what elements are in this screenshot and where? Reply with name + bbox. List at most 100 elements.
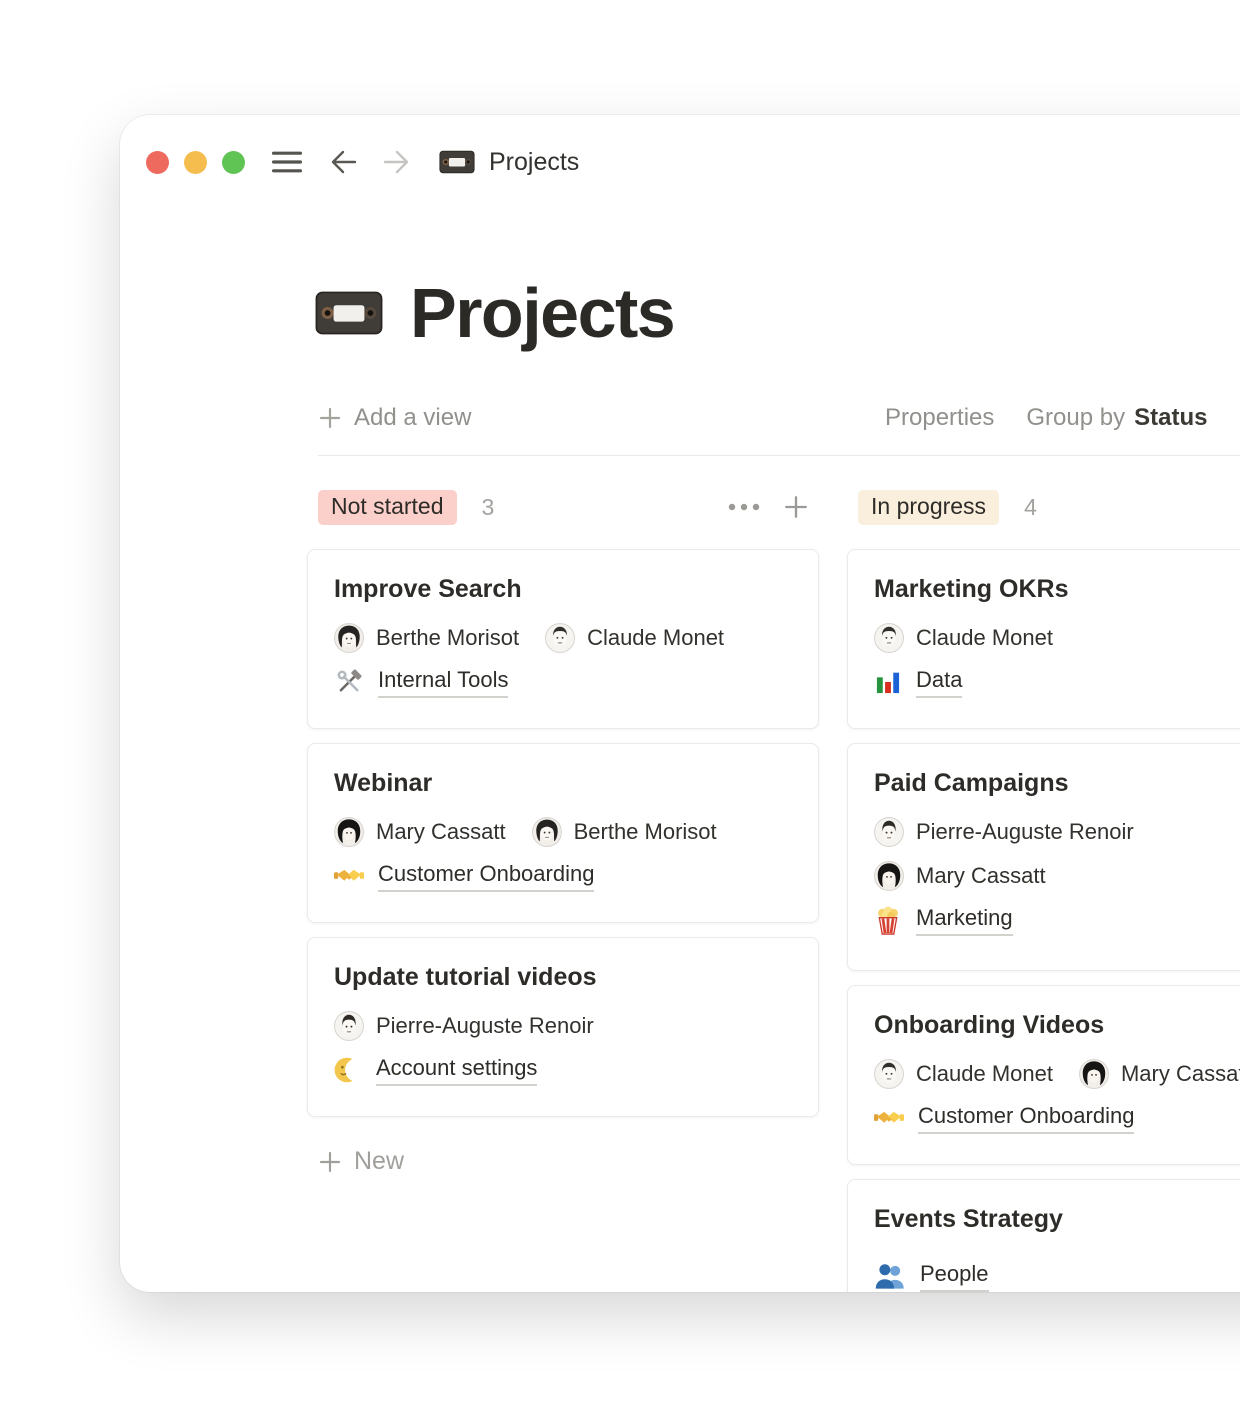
tag-data[interactable]: Data [916,667,962,698]
avatar-mary-cassatt [334,817,364,847]
person-name: Berthe Morisot [376,625,519,651]
new-card-button[interactable]: New [307,1147,819,1176]
card-people-row: Claude Monet [874,622,1240,654]
tag-marketing[interactable]: Marketing [916,905,1013,936]
card-title: Marketing OKRs [874,574,1240,604]
maximize-window-button[interactable] [222,151,245,174]
group-by-value: Status [1134,404,1207,432]
card-tag-row: Marketing [874,904,1240,936]
crescent-moon-icon [334,1056,362,1084]
forward-arrow-icon [383,150,409,174]
breadcrumb: Projects [439,148,579,177]
card-onboarding-videos[interactable]: Onboarding Videos Claude Monet Mary Cass… [847,985,1240,1165]
person-name: Pierre-Auguste Renoir [916,819,1134,845]
avatar-mary-cassatt [874,861,904,891]
status-pill-not-started[interactable]: Not started [318,490,457,525]
tag-customer-onboarding[interactable]: Customer Onboarding [378,861,594,892]
person: Pierre-Auguste Renoir [334,1011,594,1041]
card-update-tutorial-videos[interactable]: Update tutorial videos Pierre-Auguste Re… [307,937,819,1117]
avatar-claude-monet [874,1059,904,1089]
person: Mary Cassatt [334,817,506,847]
titlebar: Projects [146,145,579,179]
ellipsis-icon [727,502,761,512]
status-pill-in-progress[interactable]: In progress [858,490,999,525]
avatar-berthe-morisot [532,817,562,847]
card-tag-row: Data [874,666,1240,698]
card-webinar[interactable]: Webinar Mary Cassatt Berthe Morisot Cust… [307,743,819,923]
new-card-label: New [354,1147,404,1176]
handshake-icon [334,865,364,887]
card-improve-search[interactable]: Improve Search Berthe Morisot Claude Mon… [307,549,819,729]
card-tag-row: Customer Onboarding [334,860,792,892]
avatar-mary-cassatt [1079,1059,1109,1089]
card-title: Webinar [334,768,792,798]
person: Mary Cassatt [874,861,1046,891]
tag-internal-tools[interactable]: Internal Tools [378,667,508,698]
person: Berthe Morisot [532,817,717,847]
bar-chart-icon [874,668,902,696]
close-window-button[interactable] [146,151,169,174]
minimize-window-button[interactable] [184,151,207,174]
add-view-button[interactable]: Add a view [318,404,471,432]
person-name: Mary Cassatt [1121,1061,1240,1087]
sidebar-menu-button[interactable] [271,149,303,175]
view-bar: Add a view Properties Group by Status [318,403,1240,433]
card-people-row: Berthe Morisot Claude Monet [334,622,792,654]
view-bar-divider [318,455,1240,456]
card-people-row: Pierre-Auguste Renoir [334,1010,792,1042]
forward-button[interactable] [383,150,409,174]
back-arrow-icon [331,150,357,174]
card-events-strategy[interactable]: Events Strategy People [847,1179,1240,1292]
column-in-progress: In progress 4 Marketing OKRs Claude Mone… [847,489,1240,1292]
card-people-row: Pierre-Auguste Renoir [874,816,1240,848]
card-title: Paid Campaigns [874,768,1240,798]
avatar-claude-monet [545,623,575,653]
group-by-button[interactable]: Group by Status [1026,404,1207,432]
card-title: Onboarding Videos [874,1010,1240,1040]
person-name: Claude Monet [916,1061,1053,1087]
tag-account-settings[interactable]: Account settings [376,1055,537,1086]
avatar-pierre-auguste-renoir [334,1011,364,1041]
back-button[interactable] [331,150,357,174]
group-by-label: Group by [1026,404,1125,432]
avatar-berthe-morisot [334,623,364,653]
person: Claude Monet [874,623,1053,653]
card-title: Events Strategy [874,1204,1240,1234]
view-actions: Properties Group by Status [885,404,1207,432]
person-name: Mary Cassatt [376,819,506,845]
card-people-row: Mary Cassatt Berthe Morisot [334,816,792,848]
card-people-row: Claude Monet Mary Cassatt [874,1058,1240,1090]
person-name: Claude Monet [587,625,724,651]
card-title: Improve Search [334,574,792,604]
tag-people[interactable]: People [920,1261,989,1292]
plus-icon [318,406,342,430]
person: Claude Monet [874,1059,1053,1089]
column-more-button[interactable] [727,502,761,512]
avatar-claude-monet [874,623,904,653]
properties-button[interactable]: Properties [885,404,994,432]
card-tag-row: Internal Tools [334,666,792,698]
column-actions [727,494,809,520]
card-tag-row: Account settings [334,1054,792,1086]
column-add-card-button[interactable] [783,494,809,520]
card-marketing-okrs[interactable]: Marketing OKRs Claude Monet Data [847,549,1240,729]
page-icon-vhs-cassette[interactable] [314,289,384,337]
kanban-board: Not started 3 Improve Search Berthe [307,489,1240,1292]
page-title: Projects [410,275,674,351]
person-name: Pierre-Auguste Renoir [376,1013,594,1039]
app-window: Projects Projects Add a view Properties … [120,115,1240,1292]
column-header-not-started: Not started 3 [307,489,819,525]
person: Claude Monet [545,623,724,653]
person-name: Mary Cassatt [916,863,1046,889]
person: Mary Cassatt [1079,1059,1240,1089]
hammer-wrench-icon [334,667,364,697]
card-people-row: Mary Cassatt [874,860,1240,892]
column-count: 3 [482,494,495,521]
avatar-pierre-auguste-renoir [874,817,904,847]
plus-icon [318,1150,342,1174]
person-name: Berthe Morisot [574,819,717,845]
column-header-in-progress: In progress 4 [847,489,1240,525]
handshake-icon [874,1107,904,1129]
tag-customer-onboarding[interactable]: Customer Onboarding [918,1103,1134,1134]
card-paid-campaigns[interactable]: Paid Campaigns Pierre-Auguste Renoir Mar… [847,743,1240,971]
